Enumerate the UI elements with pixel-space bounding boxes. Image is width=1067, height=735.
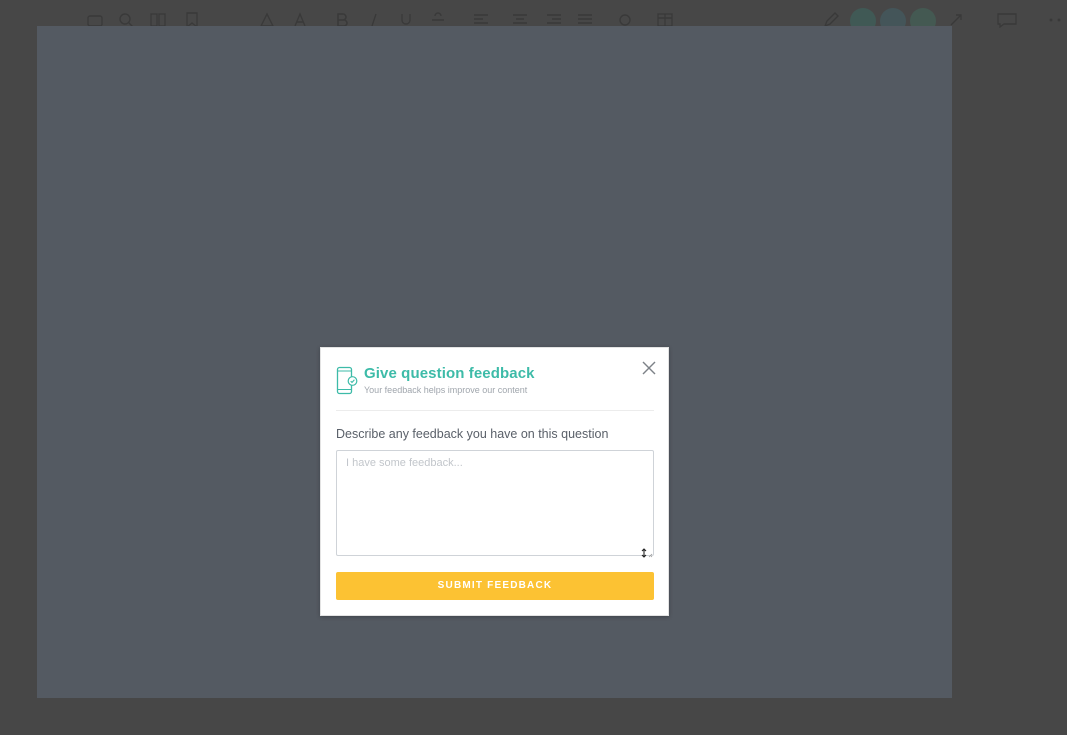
feedback-modal: Give question feedback Your feedback hel… — [320, 347, 669, 616]
phone-check-icon — [336, 366, 358, 396]
modal-header: Give question feedback Your feedback hel… — [336, 365, 654, 412]
modal-subtitle: Your feedback helps improve our content — [364, 385, 528, 395]
close-icon[interactable] — [641, 360, 657, 376]
feedback-field-label: Describe any feedback you have on this q… — [336, 427, 609, 441]
more-icon — [1047, 12, 1063, 28]
comment-icon — [996, 12, 1018, 29]
submit-feedback-button[interactable]: SUBMIT FEEDBACK — [336, 572, 654, 600]
feedback-textarea[interactable] — [336, 450, 654, 556]
textarea-resize-handle[interactable] — [641, 545, 653, 558]
header-divider — [336, 410, 654, 411]
modal-title: Give question feedback — [364, 365, 535, 382]
